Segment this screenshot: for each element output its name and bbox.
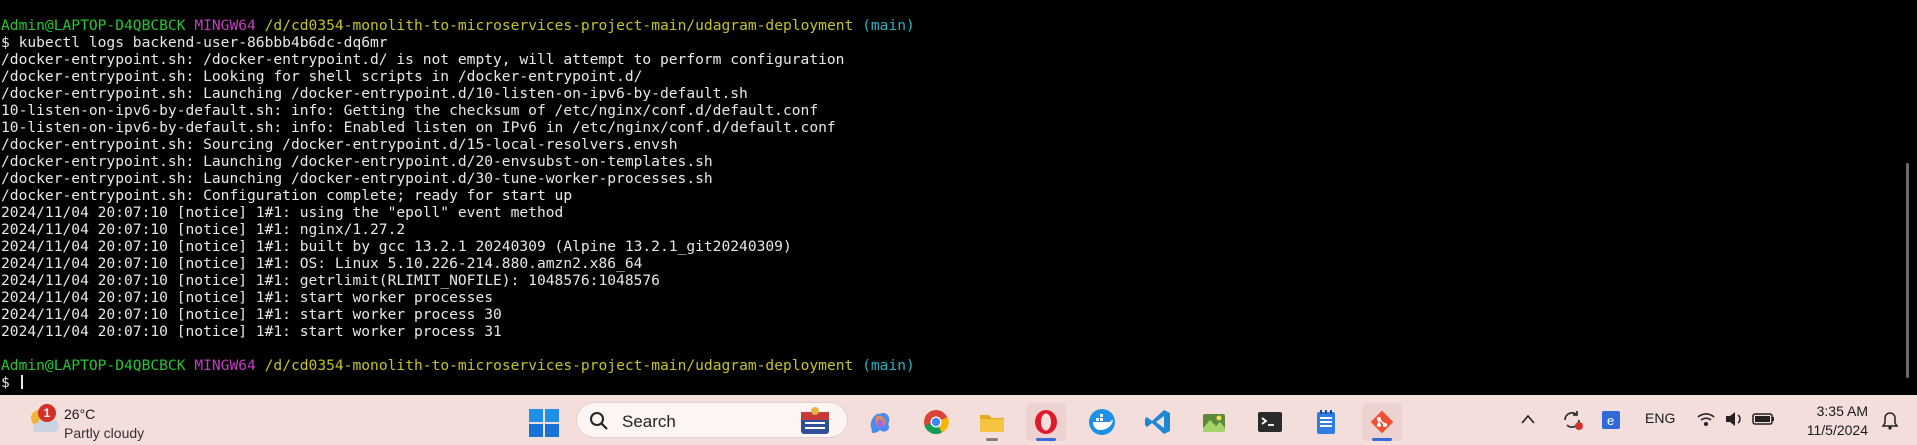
prompt-system: MINGW64 (194, 357, 256, 374)
prompt-line: Admin@LAPTOP-D4QBCBCK MINGW64 /d/cd0354-… (0, 357, 1898, 374)
log-line: 2024/11/04 20:07:10 [notice] 1#1: built … (1, 238, 792, 255)
language-indicator[interactable]: ENG (1645, 410, 1675, 426)
log-line: 2024/11/04 20:07:10 [notice] 1#1: start … (1, 306, 502, 323)
svg-text:e: e (1607, 413, 1614, 428)
git-icon[interactable] (1362, 403, 1402, 441)
log-line: /docker-entrypoint.sh: /docker-entrypoin… (1, 51, 845, 68)
terminal-scrollbar[interactable] (1898, 0, 1917, 395)
search-label: Search (622, 412, 676, 431)
log-line: 2024/11/04 20:07:10 [notice] 1#1: start … (1, 323, 502, 340)
prompt-user: Admin@LAPTOP-D4QBCBCK (1, 17, 186, 34)
volume-icon[interactable] (1724, 410, 1744, 428)
log-line: /docker-entrypoint.sh: Launching /docker… (1, 153, 713, 170)
text-cursor (20, 375, 23, 389)
log-line: /docker-entrypoint.sh: Configuration com… (1, 187, 573, 204)
prompt-path: /d/cd0354-monolith-to-microservices-proj… (264, 357, 854, 374)
notification-badge: 1 (38, 404, 56, 422)
prompt-branch: (main) (862, 17, 915, 34)
log-line: /docker-entrypoint.sh: Launching /docker… (1, 85, 748, 102)
docker-icon[interactable] (1082, 403, 1122, 441)
prompt-path: /d/cd0354-monolith-to-microservices-proj… (264, 17, 854, 34)
vscode-icon[interactable] (1138, 403, 1178, 441)
terminal-window[interactable]: Admin@LAPTOP-D4QBCBCK MINGW64 /d/cd0354-… (0, 0, 1898, 395)
prompt-system: MINGW64 (194, 17, 256, 34)
log-line: 2024/11/04 20:07:10 [notice] 1#1: start … (1, 289, 494, 306)
prompt-line: Admin@LAPTOP-D4QBCBCK MINGW64 /d/cd0354-… (0, 17, 1898, 34)
windows-start-icon[interactable] (528, 408, 560, 438)
log-line: /docker-entrypoint.sh: Looking for shell… (1, 68, 643, 85)
notification-bell-icon[interactable] (1880, 411, 1900, 431)
opera-icon[interactable] (1026, 403, 1066, 441)
log-line: 10-listen-on-ipv6-by-default.sh: info: G… (1, 102, 819, 119)
sync-icon[interactable] (1560, 408, 1584, 432)
log-line: 2024/11/04 20:07:10 [notice] 1#1: OS: Li… (1, 255, 643, 272)
notepad-icon[interactable] (1306, 403, 1346, 441)
weather-temperature: 26°C (64, 406, 96, 422)
log-line: 2024/11/04 20:07:10 [notice] 1#1: using … (1, 204, 564, 221)
input-prompt: $ (1, 374, 19, 391)
log-line: 10-listen-on-ipv6-by-default.sh: info: E… (1, 119, 836, 136)
wifi-icon[interactable] (1696, 410, 1716, 428)
clock-time[interactable]: 3:35 AM (1798, 403, 1868, 419)
weather-condition: Partly cloudy (64, 425, 145, 441)
file-explorer-icon[interactable] (972, 403, 1012, 441)
command-line: $ kubectl logs backend-user-86bbb4b6dc-d… (1, 34, 388, 51)
log-line: 2024/11/04 20:07:10 [notice] 1#1: getrli… (1, 272, 660, 289)
ie-icon[interactable]: e (1600, 409, 1622, 431)
taskbar-search[interactable]: Search (576, 402, 848, 438)
running-indicator (986, 438, 998, 441)
image-viewer-icon[interactable] (1194, 403, 1234, 441)
log-line: 2024/11/04 20:07:10 [notice] 1#1: nginx/… (1, 221, 406, 238)
scrollbar-thumb[interactable] (1906, 163, 1909, 378)
chevron-up-icon[interactable] (1520, 413, 1536, 425)
chrome-icon[interactable] (916, 403, 956, 441)
battery-icon[interactable] (1752, 411, 1776, 427)
prompt-branch: (main) (862, 357, 915, 374)
log-line: /docker-entrypoint.sh: Launching /docker… (1, 170, 713, 187)
terminal-icon[interactable] (1250, 403, 1290, 441)
taskbar: 26°C Partly cloudy Search e ENG 3:35 AM … (0, 395, 1917, 445)
running-indicator (1036, 438, 1056, 441)
search-icon (590, 412, 608, 430)
running-indicator (1372, 438, 1392, 441)
log-line: /docker-entrypoint.sh: Sourcing /docker-… (1, 136, 678, 153)
clock-date[interactable]: 11/5/2024 (1798, 422, 1868, 438)
search-highlight-icon (801, 407, 829, 434)
copilot-icon[interactable] (860, 403, 900, 441)
prompt-user: Admin@LAPTOP-D4QBCBCK (1, 357, 186, 374)
input-line[interactable]: $ (0, 374, 1898, 391)
